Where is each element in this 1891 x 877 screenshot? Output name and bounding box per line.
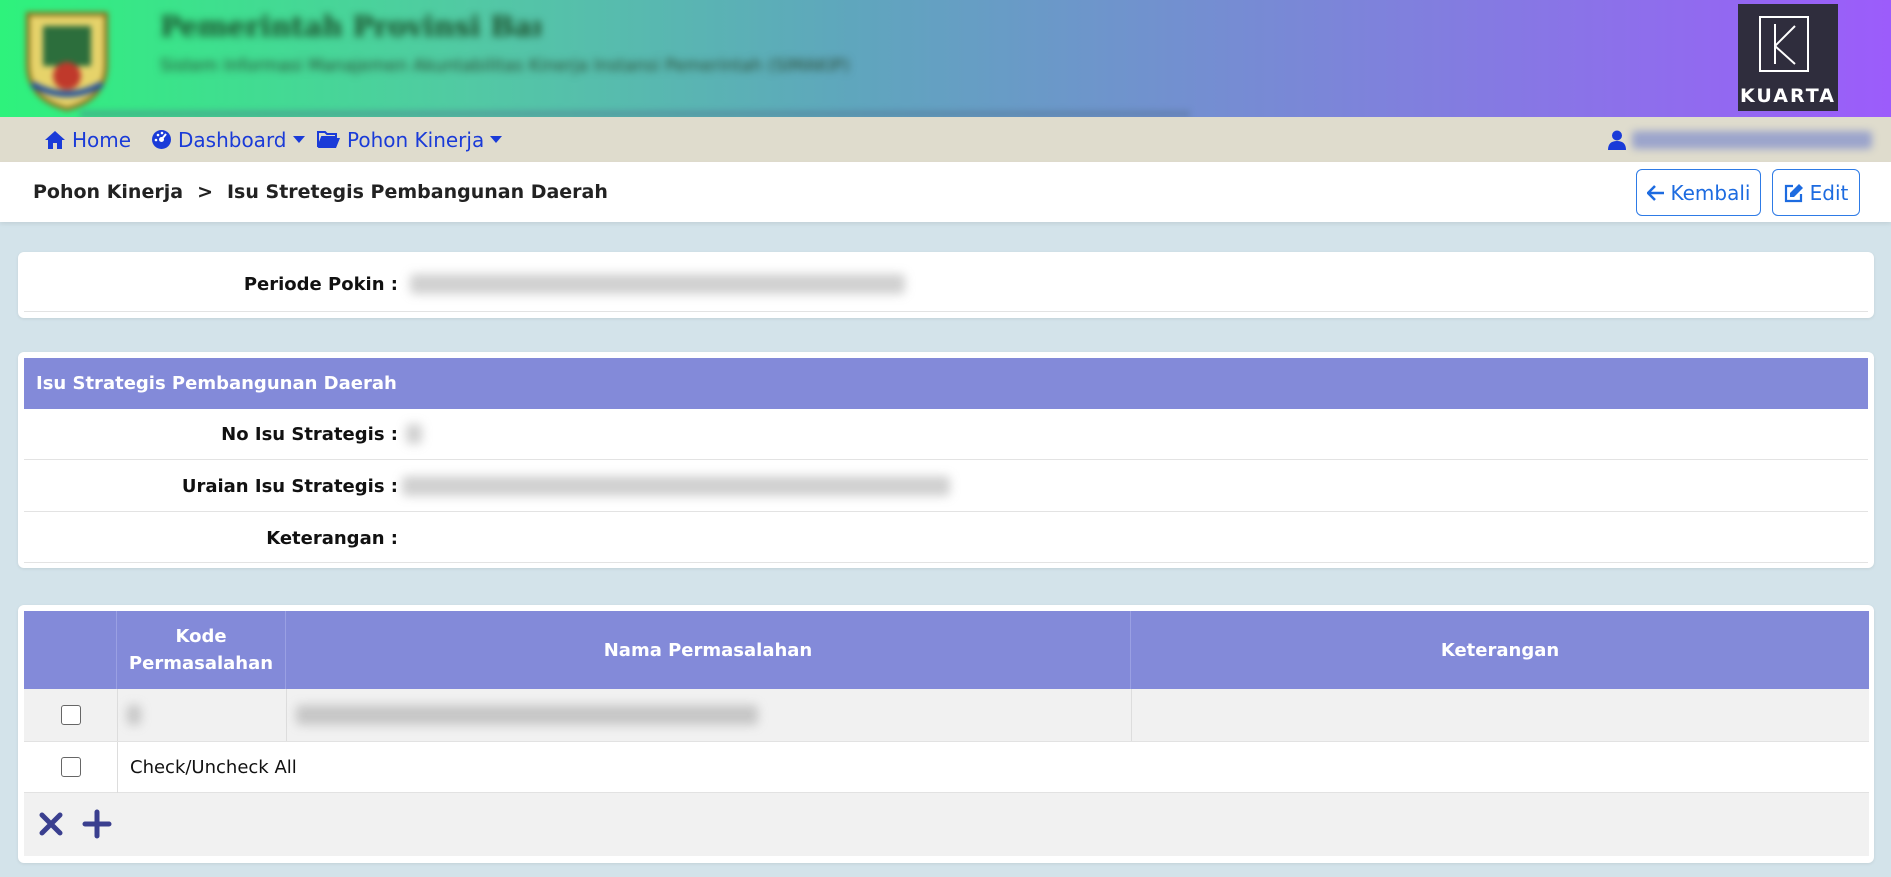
- plus-icon: [82, 809, 112, 839]
- nav-pohon-kinerja[interactable]: Pohon Kinerja: [317, 117, 503, 162]
- user-menu[interactable]: [1608, 117, 1872, 162]
- keterangan-column-header: Keterangan: [1440, 639, 1560, 661]
- uraian-isu-value: [402, 476, 950, 496]
- banner-title: Pemerintah Provinsi Banten: [160, 10, 540, 43]
- row-checkbox[interactable]: [60, 705, 81, 725]
- permasalahan-table-card: Kode Permasalahan Nama Permasalahan Kete…: [18, 605, 1874, 863]
- banner-subtitle: Sistem Informasi Manajemen Akuntabilitas…: [160, 56, 850, 76]
- nav-dashboard[interactable]: Dashboard: [151, 117, 305, 162]
- header-banner: Pemerintah Provinsi Banten Sistem Inform…: [0, 0, 1891, 118]
- user-icon: [1608, 130, 1626, 150]
- edit-button-label: Edit: [1809, 180, 1849, 205]
- kuarta-logo: KUARTA: [1738, 4, 1838, 111]
- uraian-isu-label: Uraian Isu Strategis :: [181, 476, 398, 497]
- check-all-checkbox[interactable]: [60, 757, 81, 777]
- top-navbar: Home Dashboard Pohon Kinerja: [0, 117, 1891, 162]
- chevron-down-icon: [490, 136, 503, 143]
- breadcrumb-current: Isu Stretegis Pembangunan Daerah: [226, 181, 608, 203]
- isu-strategis-card: Isu Strategis Pembangunan Daerah No Isu …: [18, 352, 1874, 568]
- no-isu-label: No Isu Strategis :: [221, 424, 398, 445]
- check-all-row: Check/Uncheck All: [24, 741, 1869, 794]
- kode-column-header: Kode Permasalahan: [117, 611, 286, 689]
- edit-button[interactable]: Edit: [1772, 169, 1860, 216]
- kode-cell: [127, 705, 141, 725]
- divider: [24, 311, 1868, 312]
- home-icon: [45, 130, 65, 149]
- periode-label: Periode Pokin :: [243, 274, 398, 295]
- nav-home-label: Home: [72, 127, 132, 152]
- add-button[interactable]: [82, 809, 112, 844]
- divider: [24, 562, 1868, 563]
- nav-home[interactable]: Home: [44, 117, 131, 162]
- breadcrumb: Pohon Kinerja > Isu Stretegis Pembanguna…: [33, 162, 608, 222]
- province-emblem-logo: [26, 12, 108, 112]
- isu-strategis-heading: Isu Strategis Pembangunan Daerah: [24, 358, 1868, 409]
- delete-button[interactable]: [38, 811, 64, 842]
- kuarta-k-icon: [1759, 16, 1809, 72]
- user-name: [1632, 130, 1872, 149]
- gauge-icon: [152, 130, 171, 149]
- arrow-left-icon: [1646, 184, 1664, 201]
- kuarta-wordmark: KUARTA: [1740, 85, 1836, 107]
- periode-value: [410, 274, 905, 294]
- breadcrumb-bar: Pohon Kinerja > Isu Stretegis Pembanguna…: [0, 162, 1891, 222]
- keterangan-label: Keterangan :: [266, 528, 398, 549]
- divider: [24, 459, 1868, 460]
- divider: [24, 511, 1868, 512]
- periode-card: Periode Pokin :: [18, 252, 1874, 318]
- folder-open-icon: [317, 131, 340, 148]
- table-header: Kode Permasalahan Nama Permasalahan Kete…: [24, 611, 1869, 689]
- back-button-label: Kembali: [1670, 180, 1751, 205]
- edit-icon: [1784, 183, 1803, 202]
- check-all-label: Check/Uncheck All: [130, 756, 297, 778]
- back-button[interactable]: Kembali: [1636, 169, 1761, 216]
- select-column-header: [24, 611, 117, 689]
- chevron-down-icon: [292, 136, 305, 143]
- no-isu-value: [406, 424, 422, 444]
- breadcrumb-separator: >: [197, 181, 213, 203]
- nav-pohon-kinerja-label: Pohon Kinerja: [347, 127, 485, 152]
- breadcrumb-parent[interactable]: Pohon Kinerja: [33, 181, 183, 203]
- table-row: [24, 689, 1869, 741]
- table-actions: [24, 793, 1869, 856]
- nama-column-header: Nama Permasalahan: [286, 611, 1131, 689]
- close-icon: [39, 812, 63, 836]
- keterangan-cell: [1131, 689, 1869, 741]
- nama-cell: [296, 705, 758, 725]
- nav-dashboard-label: Dashboard: [178, 127, 287, 152]
